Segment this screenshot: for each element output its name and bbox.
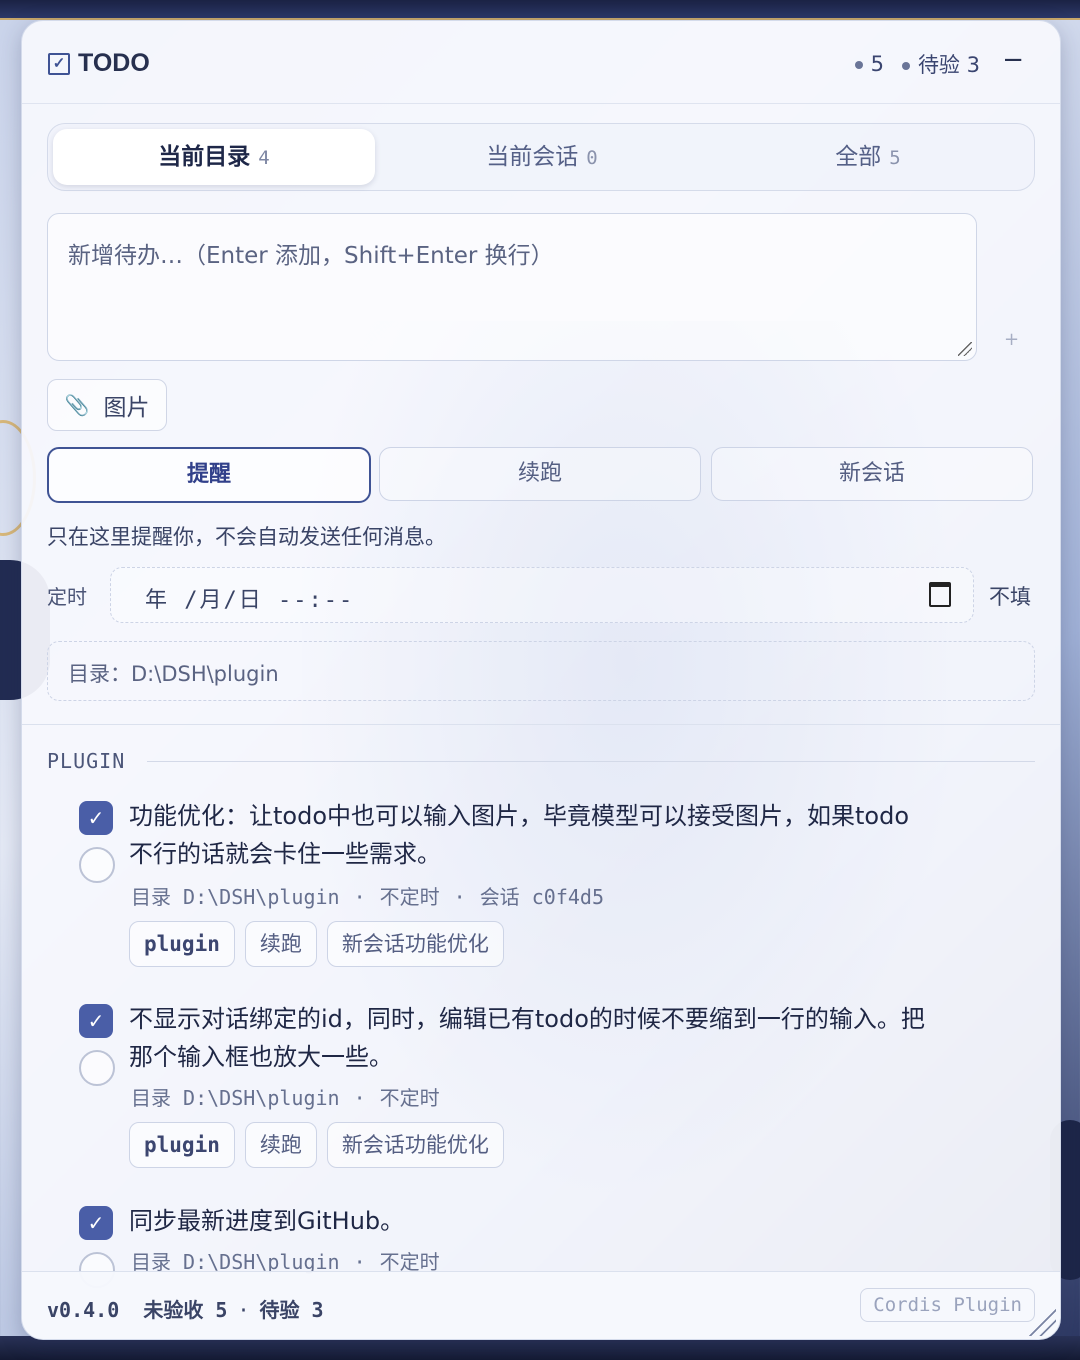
attach-image-button[interactable]: 📎 图片: [47, 379, 167, 431]
stat-total: 5: [854, 52, 884, 76]
schedule-value: 年 /月/日 --:--: [145, 588, 355, 613]
panel-header: ✓ TODO 5 待验 3 −: [22, 21, 1060, 104]
dot-icon: [901, 62, 910, 70]
select-checkbox[interactable]: ✓: [79, 801, 113, 835]
plugin-brand-badge: Cordis Plugin: [860, 1288, 1035, 1322]
divider: [22, 724, 1060, 725]
todo-text[interactable]: 不显示对话绑定的id，同时，编辑已有todo的时候不要缩到一行的输入。把那个输入…: [129, 1000, 929, 1076]
select-checkbox[interactable]: ✓: [79, 1004, 113, 1038]
stat-pending: 待验 3: [901, 49, 980, 79]
complete-radio[interactable]: [79, 847, 115, 883]
new-todo-input[interactable]: 新增待办…（Enter 添加，Shift+Enter 换行）: [47, 213, 977, 361]
directory-value: 目录：D:\DSH\plugin: [68, 662, 279, 686]
directory-field: 目录：D:\DSH\plugin: [47, 641, 1035, 701]
schedule-clear[interactable]: 不填: [989, 581, 1031, 611]
todo-item: ✓ 不显示对话绑定的id，同时，编辑已有todo的时候不要缩到一行的输入。把那个…: [79, 1004, 979, 1184]
add-button[interactable]: +: [1004, 329, 1019, 350]
mode-continue-button[interactable]: 续跑: [379, 447, 701, 501]
section-title: PLUGIN: [47, 749, 126, 773]
tab-all[interactable]: 全部 5: [704, 124, 1032, 190]
complete-radio[interactable]: [79, 1050, 115, 1086]
mode-hint: 只在这里提醒你，不会自动发送任何消息。: [47, 525, 446, 549]
mode-remind-button[interactable]: 提醒: [47, 447, 371, 503]
scope-tabs: 当前目录 4 当前会话 0 全部 5: [47, 123, 1035, 191]
todo-item: ✓ 功能优化：让todo中也可以输入图片，毕竟模型可以接受图片，如果todo不行…: [79, 801, 979, 981]
resize-corner-icon[interactable]: [1026, 1306, 1056, 1336]
input-placeholder: 新增待办…（Enter 添加，Shift+Enter 换行）: [68, 243, 554, 269]
footer-status: v0.4.0 未验收 5 · 待验 3: [47, 1298, 324, 1322]
section-divider: [147, 761, 1035, 762]
resize-handle-icon[interactable]: [958, 342, 972, 356]
todo-meta: 目录 D:\DSH\plugin · 不定时: [131, 1086, 440, 1110]
tag-continue[interactable]: 续跑: [244, 921, 317, 967]
todo-panel: ✓ TODO 5 待验 3 − 当前目录 4 当前会话 0 全部 5 新增待办…（En…: [21, 20, 1061, 1340]
todo-item: ✓ 同步最新进度到GitHub。 目录 D:\DSH\plugin · 不定时: [79, 1206, 979, 1288]
select-checkbox[interactable]: ✓: [79, 1206, 113, 1240]
todo-text[interactable]: 同步最新进度到GitHub。: [129, 1202, 929, 1240]
header-stats: 5 待验 3: [854, 49, 980, 79]
dot-icon: [854, 61, 863, 69]
mode-selector: 提醒 续跑 新会话: [47, 447, 1035, 503]
tag-continue[interactable]: 续跑: [244, 1122, 317, 1168]
mode-new-session-button[interactable]: 新会话: [711, 447, 1033, 501]
checkbox-icon: ✓: [48, 52, 70, 75]
schedule-label: 定时: [47, 585, 87, 609]
paperclip-icon: 📎: [64, 393, 90, 417]
calendar-icon[interactable]: [929, 582, 951, 607]
title-text: TODO: [78, 49, 150, 77]
tab-current-directory[interactable]: 当前目录 4: [53, 129, 375, 185]
todo-tags: plugin 续跑 新会话功能优化: [129, 1122, 504, 1168]
tag-plugin[interactable]: plugin: [129, 1122, 235, 1168]
tag-plugin[interactable]: plugin: [129, 921, 235, 967]
minimize-button[interactable]: −: [1002, 45, 1024, 75]
tag-new-session[interactable]: 新会话功能优化: [326, 921, 504, 967]
todo-tags: plugin 续跑 新会话功能优化: [129, 921, 504, 967]
todo-meta: 目录 D:\DSH\plugin · 不定时 · 会话 c0f4d5: [131, 885, 604, 909]
schedule-datetime-input[interactable]: 年 /月/日 --:--: [110, 567, 974, 623]
panel-footer: v0.4.0 未验收 5 · 待验 3 Cordis Plugin: [22, 1271, 1060, 1339]
panel-title: ✓ TODO: [48, 49, 150, 78]
window-top-border: [0, 0, 1080, 20]
tab-current-session[interactable]: 当前会话 0: [378, 124, 706, 190]
todo-text[interactable]: 功能优化：让todo中也可以输入图片，毕竟模型可以接受图片，如果todo不行的话…: [129, 797, 929, 873]
tag-new-session[interactable]: 新会话功能优化: [326, 1122, 504, 1168]
